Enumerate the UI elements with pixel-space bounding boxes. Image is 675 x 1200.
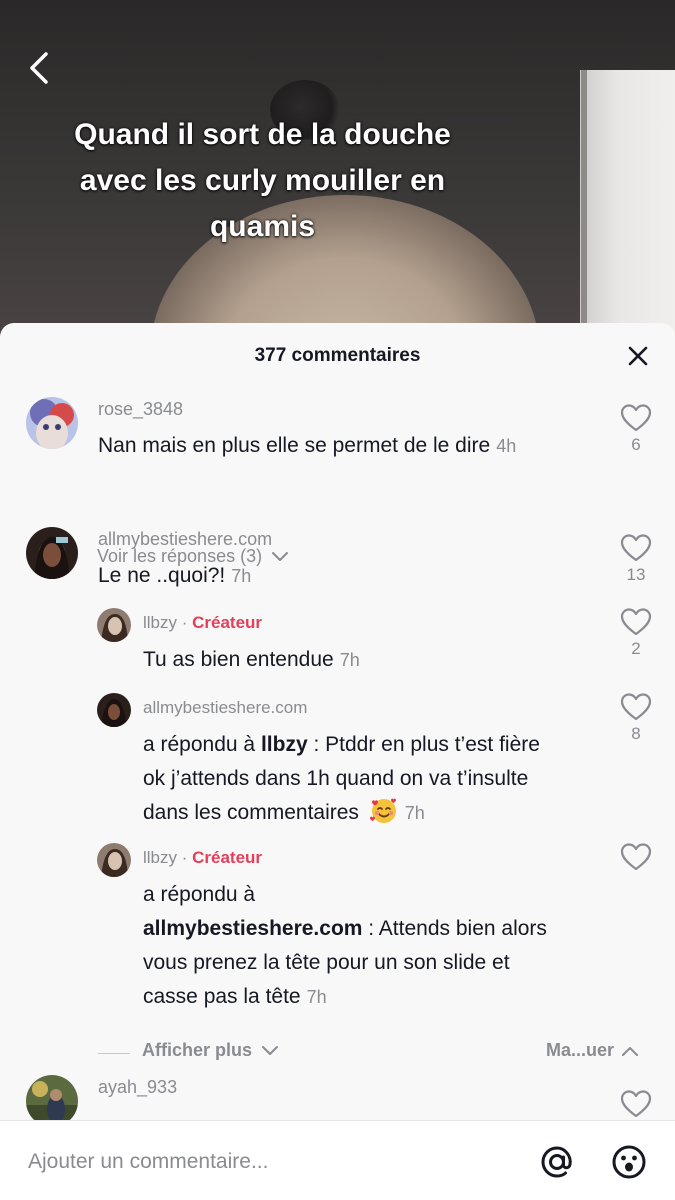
reply-line: allmybestieshere.com : Attends bien alor… bbox=[143, 912, 613, 946]
creator-badge: Créateur bbox=[192, 613, 263, 632]
reply-line: a répondu à llbzy : Ptddr en plus t’est … bbox=[143, 728, 613, 762]
reply-body: : Ptddr en plus t’est fière bbox=[307, 733, 540, 756]
hide-replies-button[interactable]: Ma...uer bbox=[546, 1040, 639, 1061]
like-button[interactable] bbox=[619, 842, 653, 872]
reply-time: 7h bbox=[404, 803, 425, 824]
reply-username[interactable]: llbzy bbox=[143, 613, 177, 632]
reply-line: vous prenez la tête pour un son slide et bbox=[143, 951, 510, 974]
mention-at-icon[interactable] bbox=[538, 1143, 576, 1181]
hide-replies-label: Ma...uer bbox=[545, 1040, 614, 1060]
comments-header: 377 commentaires bbox=[0, 323, 675, 389]
reply-username[interactable]: allmybestieshere.com bbox=[143, 698, 307, 718]
reply-header: llbzy · Créateur bbox=[143, 848, 262, 868]
caption-line: quamis bbox=[209, 210, 316, 243]
like-count: 13 bbox=[626, 565, 646, 584]
heart-icon bbox=[620, 608, 652, 636]
smiling-face-with-hearts-icon bbox=[365, 796, 399, 831]
heart-icon bbox=[620, 843, 652, 871]
reply-username[interactable]: llbzy bbox=[143, 848, 177, 867]
reply-body: casse pas la tête bbox=[143, 985, 301, 1008]
comment-input[interactable] bbox=[28, 1145, 488, 1179]
replied-to-username[interactable]: allmybestieshere.com bbox=[143, 917, 362, 940]
reply-line: dans les commentaires 7h bbox=[143, 796, 613, 831]
like-count: 2 bbox=[631, 639, 641, 658]
comment-text: Le ne ..quoi?! 7h bbox=[98, 559, 251, 593]
separator-dot: · bbox=[177, 613, 193, 632]
comment-username[interactable]: rose_3848 bbox=[98, 399, 183, 420]
heart-icon bbox=[620, 404, 652, 432]
reply-body: : Attends bien alors bbox=[362, 917, 547, 940]
separator-dot: · bbox=[177, 848, 193, 867]
like-count: 8 bbox=[631, 724, 641, 743]
reply-item: allmybestieshere.com a répondu à llbzy :… bbox=[0, 690, 675, 840]
replied-prefix: a répondu à bbox=[143, 733, 256, 756]
thread-controls: Afficher plus Ma...uer bbox=[0, 1038, 675, 1068]
reply-item: llbzy · Créateur a répondu à allmybestie… bbox=[0, 840, 675, 1020]
reply-line: ok j’attends dans 1h quand on va t’insul… bbox=[143, 767, 529, 790]
heart-icon bbox=[620, 534, 652, 562]
show-more-label: Afficher plus bbox=[142, 1040, 253, 1060]
comment-body: Nan mais en plus elle se permet de le di… bbox=[98, 434, 491, 457]
like-button[interactable]: 6 bbox=[619, 403, 653, 455]
reply-text: Tu as bien entendue 7h bbox=[143, 643, 360, 677]
comment-username[interactable]: ayah_933 bbox=[98, 1077, 177, 1098]
avatar[interactable] bbox=[97, 843, 131, 877]
reply-header: llbzy · Créateur bbox=[143, 613, 262, 633]
back-chevron-icon[interactable] bbox=[24, 50, 54, 86]
reply-text: a répondu à llbzy : Ptddr en plus t’est … bbox=[143, 728, 613, 831]
like-button[interactable] bbox=[619, 1089, 653, 1119]
video-door-edge bbox=[581, 70, 587, 340]
reply-time: 7h bbox=[306, 987, 327, 1007]
reply-line: a répondu à bbox=[143, 883, 256, 906]
heart-icon bbox=[620, 693, 652, 721]
like-count: 6 bbox=[631, 435, 641, 454]
heart-icon bbox=[620, 1090, 652, 1118]
chevron-down-icon bbox=[262, 1046, 279, 1056]
reply-line: casse pas la tête 7h bbox=[143, 980, 613, 1014]
caption-line: avec les curly mouiller en bbox=[79, 164, 446, 197]
comment-time: 7h bbox=[231, 566, 252, 586]
comments-count-title: 377 commentaires bbox=[254, 345, 421, 366]
emoji-face-icon[interactable] bbox=[610, 1143, 648, 1181]
avatar[interactable] bbox=[26, 397, 78, 449]
video-background: Quand il sort de la douche avec les curl… bbox=[0, 0, 675, 340]
comment-input-bar bbox=[0, 1120, 675, 1200]
like-button[interactable]: 13 bbox=[619, 533, 653, 585]
reply-time: 7h bbox=[339, 650, 360, 670]
reply-body: Tu as bien entendue bbox=[143, 648, 334, 671]
show-more-button[interactable]: Afficher plus bbox=[142, 1040, 279, 1061]
comment-body: Le ne ..quoi?! bbox=[98, 564, 226, 587]
avatar[interactable] bbox=[97, 693, 131, 727]
close-icon[interactable] bbox=[627, 345, 649, 367]
comment-username[interactable]: allmybestieshere.com bbox=[98, 529, 272, 550]
video-wall bbox=[580, 70, 675, 340]
comment-item: allmybestieshere.com Le ne ..quoi?! 7h 13 bbox=[0, 519, 675, 609]
video-caption-overlay: Quand il sort de la douche avec les curl… bbox=[0, 112, 525, 250]
creator-badge: Créateur bbox=[192, 848, 263, 867]
reply-body: dans les commentaires bbox=[143, 801, 359, 825]
reply-text: a répondu à allmybestieshere.com : Atten… bbox=[143, 878, 613, 1014]
like-button[interactable]: 2 bbox=[619, 607, 653, 659]
comment-time: 4h bbox=[496, 436, 517, 456]
avatar[interactable] bbox=[97, 608, 131, 642]
divider bbox=[98, 1053, 130, 1054]
caption-line: Quand il sort de la douche bbox=[74, 118, 451, 151]
comment-text: Nan mais en plus elle se permet de le di… bbox=[98, 429, 516, 463]
avatar[interactable] bbox=[26, 527, 78, 579]
comment-item: rose_3848 Nan mais en plus elle se perme… bbox=[0, 389, 675, 566]
like-button[interactable]: 8 bbox=[619, 692, 653, 744]
comments-sheet: 377 commentaires rose_3848 Nan mais en p… bbox=[0, 323, 675, 1200]
chevron-up-icon bbox=[622, 1047, 638, 1057]
replied-to-username[interactable]: llbzy bbox=[261, 733, 308, 756]
reply-item: llbzy · Créateur Tu as bien entendue 7h 2 bbox=[0, 605, 675, 685]
